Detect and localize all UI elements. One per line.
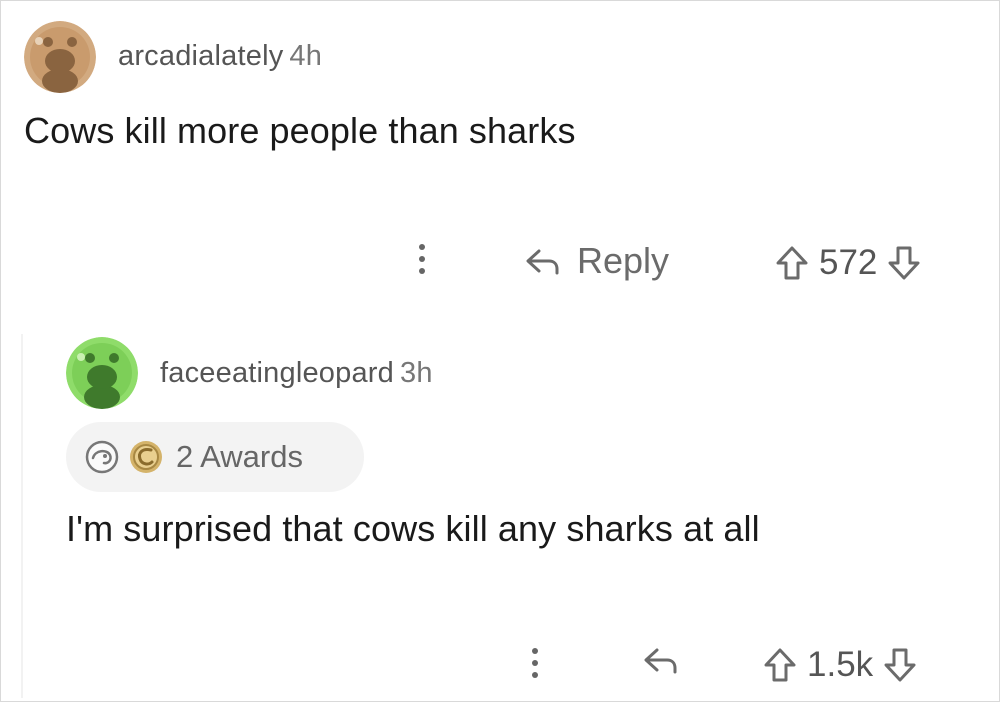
author-name[interactable]: arcadialately <box>118 40 283 72</box>
awards-pill[interactable]: 2 Awards <box>66 422 364 492</box>
comment-body: Cows kill more people than sharks <box>24 110 576 151</box>
comment-author[interactable]: arcadialately 4h <box>118 40 322 73</box>
gold-award-icon <box>130 441 162 473</box>
comment-author[interactable]: faceeatingleopard 3h <box>160 357 433 390</box>
reply-arrow-icon <box>644 648 677 674</box>
downvote-arrow-icon[interactable] <box>883 647 917 683</box>
upvote-arrow-icon[interactable] <box>775 245 809 281</box>
reply-label: Reply <box>577 240 670 281</box>
comment-age: 4h <box>289 40 323 72</box>
awards-count: 2 Awards <box>176 439 303 474</box>
vote-score: 1.5k <box>807 645 874 684</box>
vote-controls: 1.5k <box>763 645 917 685</box>
comment-body: I'm surprised that cows kill any sharks … <box>66 508 760 549</box>
screenshot-frame <box>0 0 1000 702</box>
thread-line[interactable] <box>21 334 23 698</box>
reply-arrow-icon <box>526 249 559 275</box>
more-options-kebab-icon[interactable] <box>530 648 540 678</box>
vote-controls: 572 <box>775 243 921 283</box>
reply-button[interactable]: Reply <box>523 240 669 282</box>
reply-button[interactable] <box>641 645 681 675</box>
snoo-avatar-icon <box>66 337 138 409</box>
user-avatar[interactable] <box>66 337 138 409</box>
comment-age: 3h <box>399 357 433 389</box>
user-avatar[interactable] <box>24 21 96 93</box>
downvote-arrow-icon[interactable] <box>887 245 921 281</box>
vote-score: 572 <box>819 243 878 282</box>
wholesome-award-icon <box>85 440 119 474</box>
snoo-avatar-icon <box>24 21 96 93</box>
author-name[interactable]: faceeatingleopard <box>160 357 394 389</box>
upvote-arrow-icon[interactable] <box>763 647 797 683</box>
more-options-kebab-icon[interactable] <box>417 244 427 274</box>
